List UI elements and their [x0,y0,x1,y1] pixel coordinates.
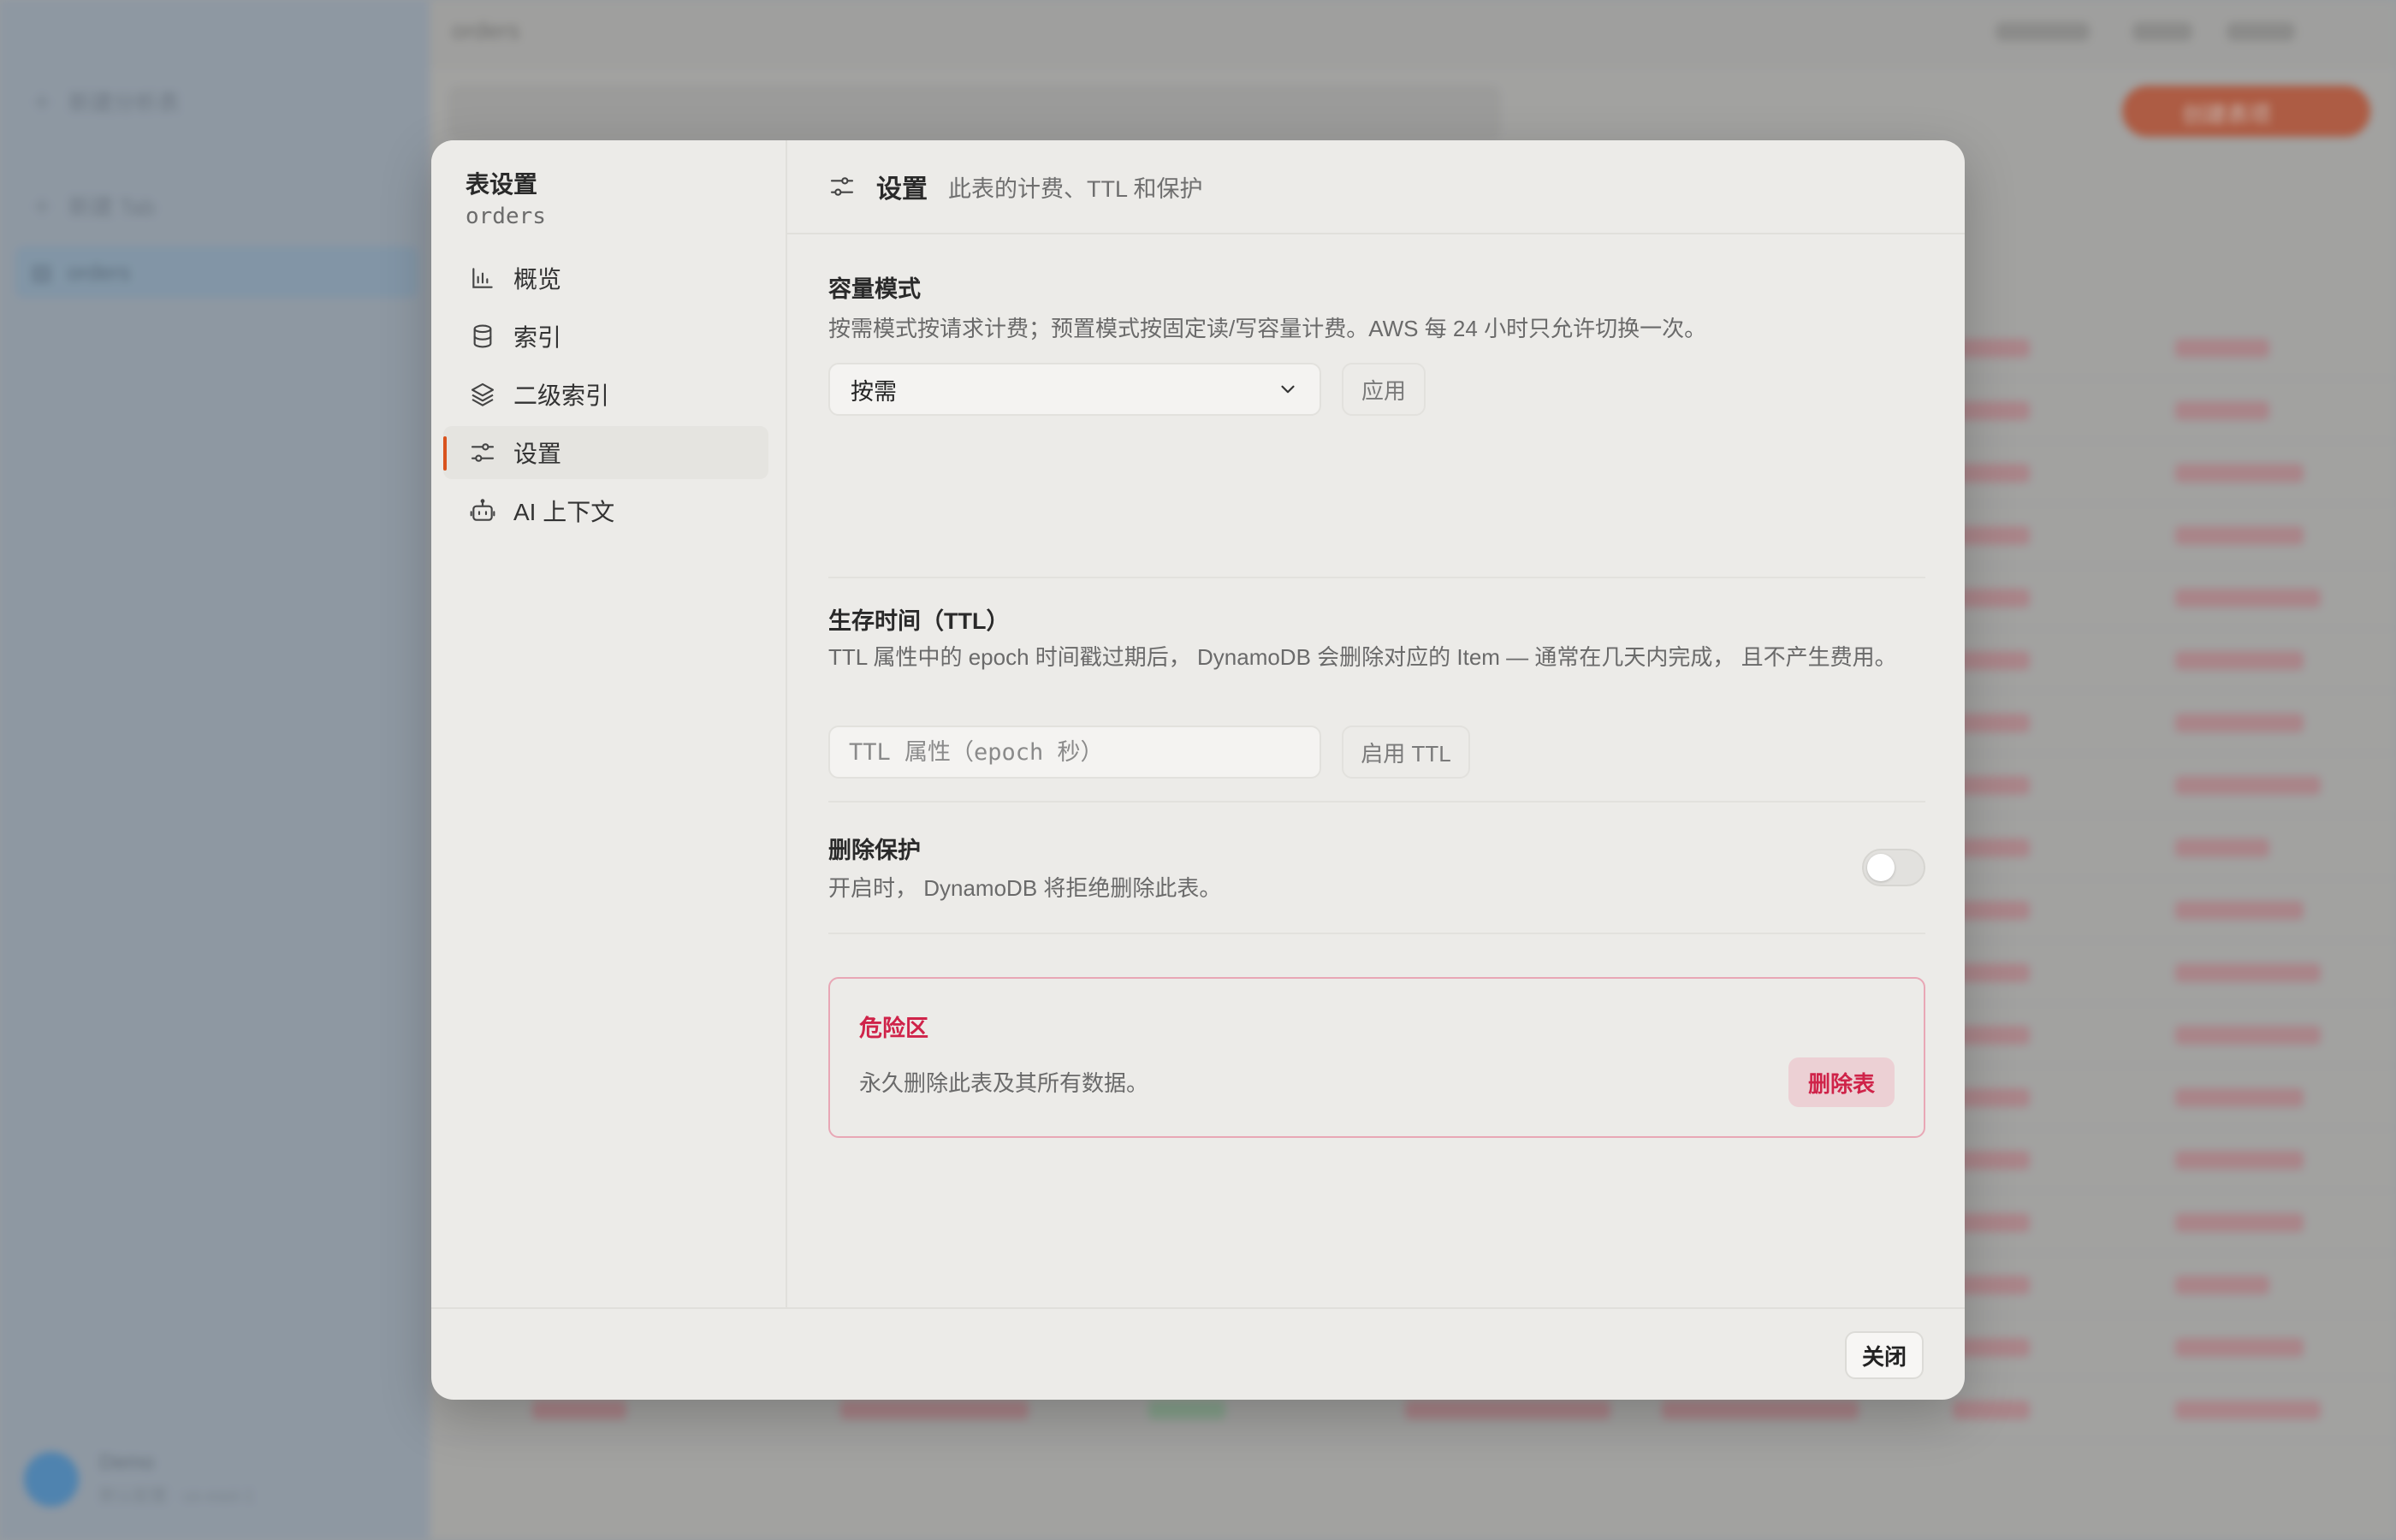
nav-item-indexes[interactable]: 索引 [443,310,768,363]
close-button[interactable]: 关闭 [1845,1331,1924,1379]
table-settings-dialog: 表设置 orders 概览 索引 二级索引 设置 AI 上下文 设置 此表的计费… [431,140,1965,1400]
dialog-title: 设置 [876,175,928,204]
chevron-down-icon [1281,385,1295,394]
danger-zone: 危险区 永久删除此表及其所有数据。 删除表 [828,977,1925,1138]
danger-zone-description: 永久删除此表及其所有数据。 [859,1070,1149,1096]
dialog-subtitle: 此表的计费、TTL 和保护 [948,175,1203,202]
bar-chart-icon [472,268,493,288]
capacity-mode-description: 按需模式按请求计费；预置模式按固定读/写容量计费。AWS 每 24 小时只允许切… [828,316,1707,341]
ttl-description: TTL 属性中的 epoch 时间戳过期后， DynamoDB 会删除对应的 I… [828,644,1897,670]
ttl-title: 生存时间（TTL） [828,608,1010,634]
sliders-icon [471,443,495,462]
nav-item-settings[interactable]: 设置 [443,426,768,479]
capacity-mode-value: 按需 [851,378,897,405]
settings-sidebar-title: 表设置 [466,171,538,198]
apply-capacity-button[interactable]: 应用 [1342,363,1426,416]
dialog-footer: 关闭 [431,1307,1965,1400]
deletion-protection-description: 开启时， DynamoDB 将拒绝删除此表。 [828,875,1222,901]
table-name-label: orders [466,204,546,229]
layers-icon [471,382,495,406]
nav-item-label: 二级索引 [513,382,610,409]
dialog-header: 设置 此表的计费、TTL 和保护 [787,140,1965,234]
enable-ttl-button[interactable]: 启用 TTL [1342,726,1470,779]
nav-item-label: AI 上下文 [513,499,615,525]
nav-item-secondary-indexes[interactable]: 二级索引 [443,368,768,421]
nav-item-ai-context[interactable]: AI 上下文 [443,484,768,537]
nav-item-label: 概览 [513,266,562,293]
toggle-knob [1867,854,1895,881]
section-divider [828,801,1925,803]
nav-item-label: 设置 [513,441,562,467]
nav-item-overview[interactable]: 概览 [443,252,768,305]
capacity-mode-title: 容量模式 [828,276,921,302]
bot-icon [470,499,495,521]
deletion-protection-toggle[interactable] [1862,849,1925,886]
settings-sidebar: 表设置 orders 概览 索引 二级索引 设置 AI 上下文 [431,140,787,1309]
danger-zone-title: 危险区 [859,1016,928,1041]
section-divider [828,577,1925,578]
delete-table-button[interactable]: 删除表 [1788,1057,1895,1107]
deletion-protection-title: 删除保护 [828,838,921,863]
section-divider [828,933,1925,934]
database-icon [473,324,492,348]
nav-item-label: 索引 [513,324,562,351]
capacity-mode-select[interactable]: 按需 [828,363,1321,416]
sliders-icon [830,177,854,196]
ttl-attribute-input[interactable] [828,726,1321,779]
